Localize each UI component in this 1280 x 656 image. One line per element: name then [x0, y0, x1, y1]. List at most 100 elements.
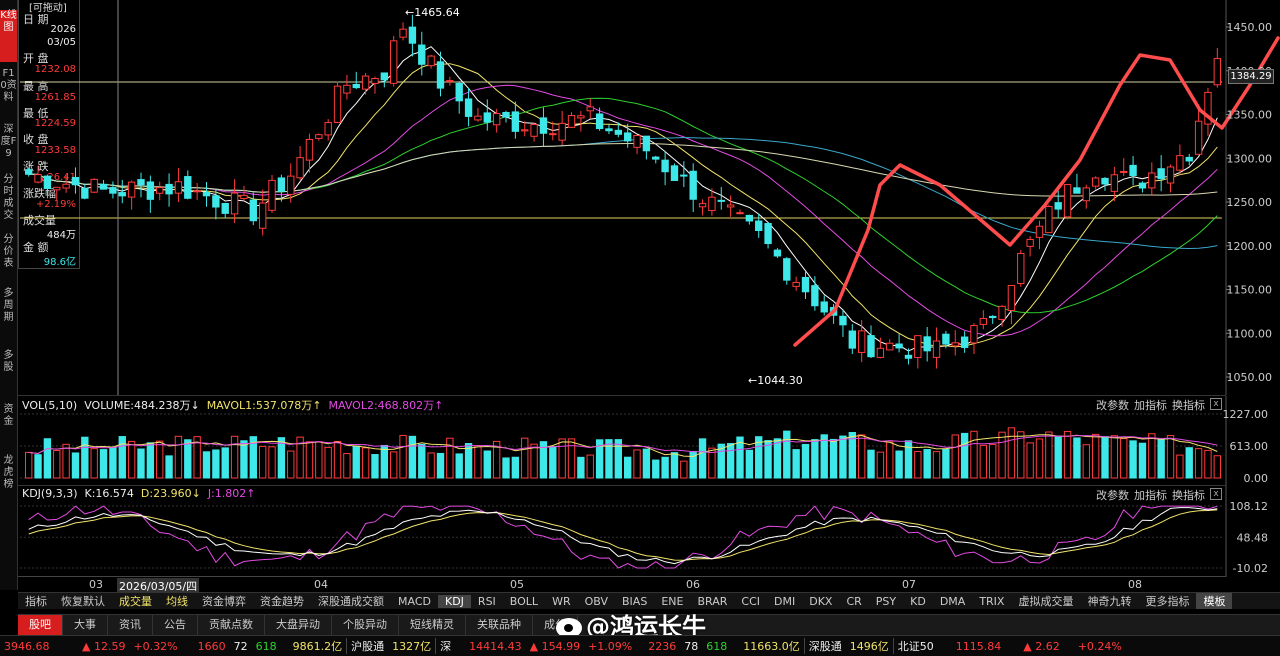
volume-bar: [839, 435, 847, 479]
price-label: 1050.00: [1227, 371, 1273, 384]
date-label-07: 07: [902, 578, 916, 591]
ind-kd[interactable]: KD: [903, 595, 933, 608]
volume-bar: [960, 432, 969, 479]
candle-body: [614, 129, 623, 135]
idx1-change: ▲ 12.59: [82, 639, 126, 653]
ind-virtual-volume[interactable]: 虚拟成交量: [1011, 593, 1080, 609]
candle-body: [156, 187, 164, 194]
ind-sgt-amount[interactable]: 深股通成交额: [311, 593, 391, 609]
ind-ma[interactable]: 均线: [159, 593, 195, 609]
ind-macd[interactable]: MACD: [391, 595, 438, 608]
tab-guba[interactable]: 股吧: [18, 615, 63, 635]
volume-bar: [1157, 439, 1165, 479]
ind-template[interactable]: 模板: [1196, 593, 1233, 609]
ind-reset[interactable]: 恢复默认: [54, 593, 112, 609]
volume-bar: [970, 430, 978, 479]
ind-fund-game[interactable]: 资金博弈: [195, 593, 253, 609]
price-label: 1150.00: [1227, 284, 1273, 297]
sz-label[interactable]: 深: [435, 638, 455, 654]
tab-announcements[interactable]: 公告: [153, 615, 198, 635]
kline-chart[interactable]: 1450.001400.001350.001300.001250.001200.…: [0, 0, 1280, 395]
low-marker-arrow: ←: [748, 374, 758, 387]
ind-wr[interactable]: WR: [545, 595, 578, 608]
volume-bar: [867, 449, 875, 479]
tab-events[interactable]: 大事: [63, 615, 108, 635]
candle-body: [736, 212, 744, 215]
ind-dmi[interactable]: DMI: [767, 595, 802, 608]
ind-psy[interactable]: PSY: [869, 595, 903, 608]
ind-ene[interactable]: ENE: [654, 595, 690, 608]
volume-bar: [829, 438, 838, 479]
tab-related[interactable]: 关联品种: [466, 615, 533, 635]
volume-bar: [801, 443, 810, 479]
volume-chart[interactable]: 1227.00 613.00 0.00: [0, 396, 1280, 486]
volume-bar: [258, 445, 267, 479]
date-label-06: 06: [686, 578, 700, 591]
tab-stock-move[interactable]: 个股异动: [332, 615, 399, 635]
ind-fund-trend[interactable]: 资金趋势: [253, 593, 311, 609]
candle-body: [258, 202, 267, 229]
market-ticker: 3946.68 ▲ 12.59 +0.32% 1660 72 618 9861.…: [0, 635, 1280, 656]
ind-bias[interactable]: BIAS: [615, 595, 654, 608]
volume-bar: [455, 453, 463, 479]
ind-dkx[interactable]: DKX: [802, 595, 839, 608]
tab-market-move[interactable]: 大盘异动: [265, 615, 332, 635]
ind-rsi[interactable]: RSI: [471, 595, 503, 608]
ind-brar[interactable]: BRAR: [690, 595, 734, 608]
candle-body: [502, 111, 510, 118]
weibo-eye: [564, 624, 573, 632]
volume-bar: [1063, 430, 1072, 479]
volume-bar: [979, 444, 988, 479]
ind-obv[interactable]: OBV: [578, 595, 615, 608]
hgt-label[interactable]: 沪股通: [346, 638, 388, 654]
price-label: 1450.00: [1227, 21, 1273, 34]
price-label: 1350.00: [1227, 109, 1273, 122]
volume-bar: [661, 456, 669, 479]
kdj-chart[interactable]: 108.12 48.48 -10.02: [0, 486, 1280, 577]
ind-volume[interactable]: 成交量: [112, 593, 159, 609]
high-marker-value: 1465.64: [414, 6, 460, 19]
volume-bar: [549, 446, 557, 479]
ind-kdj[interactable]: KDJ: [437, 594, 471, 608]
volume-bar: [857, 434, 866, 479]
candle-body: [773, 249, 782, 257]
volume-bar: [876, 451, 885, 479]
candle-body: [212, 195, 220, 208]
volume-bar: [820, 434, 828, 479]
candle-body: [745, 214, 754, 222]
volume-bar: [62, 443, 70, 479]
volume-bar: [1194, 448, 1203, 479]
candle-body: [549, 133, 557, 136]
candle-body: [895, 343, 903, 349]
hgt-value: 1327亿: [392, 640, 432, 653]
ind-dma[interactable]: DMA: [933, 595, 973, 608]
candle-body: [623, 132, 632, 142]
ind-cci[interactable]: CCI: [734, 595, 767, 608]
tab-contribution[interactable]: 贡献点数: [198, 615, 265, 635]
candle-body: [53, 186, 61, 191]
ind-boll[interactable]: BOLL: [503, 595, 545, 608]
volume-bar: [315, 441, 323, 479]
tab-short-line[interactable]: 短线精灵: [399, 615, 466, 635]
candle-body: [848, 330, 856, 349]
ind-cr[interactable]: CR: [839, 595, 868, 608]
vol-axis-label: 613.00: [1230, 440, 1269, 453]
current-price-tag: 1384.29: [1228, 69, 1274, 84]
idx1-amount: 9861.2亿: [292, 640, 343, 653]
sgt-label[interactable]: 深股通: [803, 638, 846, 654]
bz-label[interactable]: 北证50: [892, 638, 938, 654]
ind-more[interactable]: 更多指标: [1138, 593, 1196, 609]
volume-bar: [1035, 438, 1044, 479]
volume-bar: [530, 443, 538, 479]
volume-bar: [333, 440, 342, 479]
tab-news[interactable]: 资讯: [108, 615, 153, 635]
volume-bar: [932, 451, 941, 479]
candle-body: [315, 134, 323, 139]
volume-bar: [567, 438, 576, 479]
idx1-value[interactable]: 3946.68: [0, 640, 78, 653]
ind-trix[interactable]: TRIX: [972, 595, 1011, 608]
candle-body: [960, 336, 969, 348]
sz-down-count: 618: [706, 639, 728, 653]
volume-bar: [923, 449, 931, 479]
ind-magic-nine[interactable]: 神奇九转: [1080, 593, 1138, 609]
